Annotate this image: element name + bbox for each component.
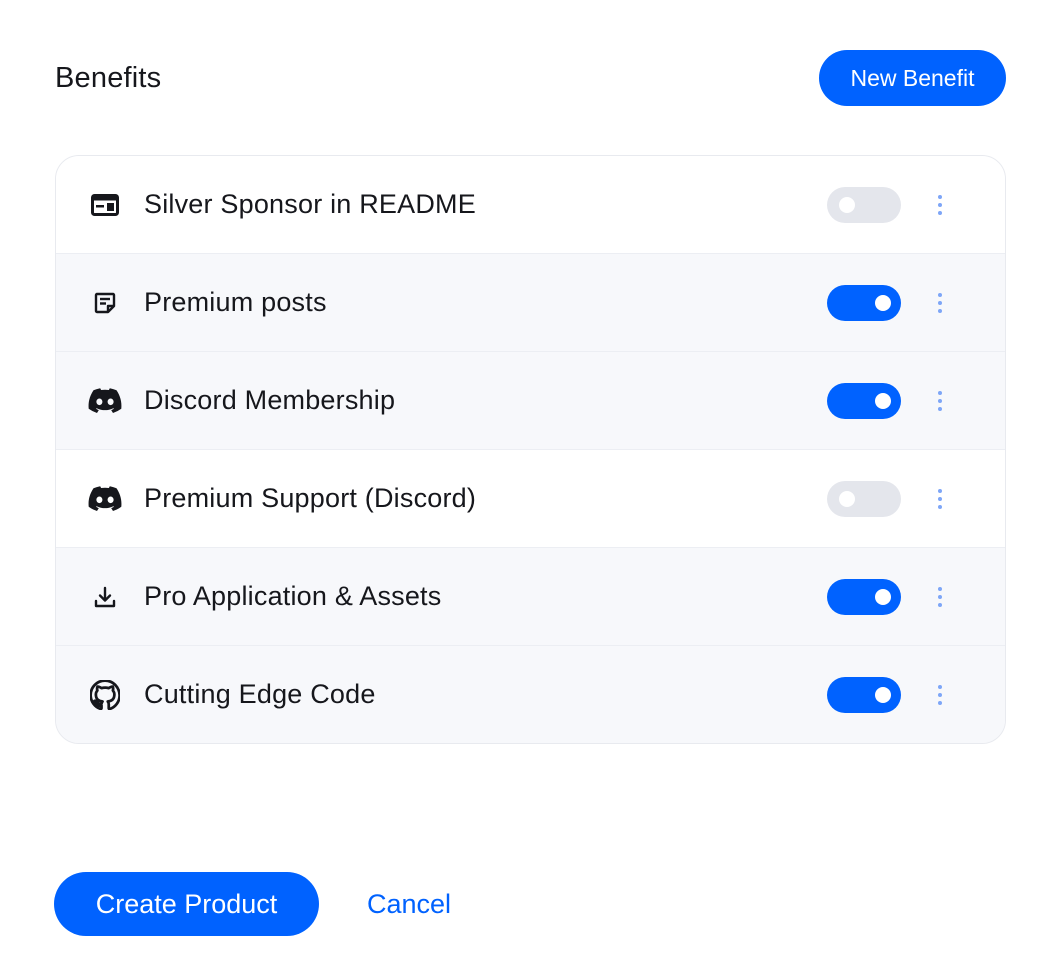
toggle-knob xyxy=(839,196,855,213)
benefit-row: Pro Application & Assets xyxy=(56,548,1005,646)
benefit-row: Premium posts xyxy=(56,254,1005,352)
more-options-icon[interactable] xyxy=(931,383,949,419)
benefits-header: Benefits New Benefit xyxy=(55,50,1006,106)
section-title: Benefits xyxy=(55,61,162,94)
download-icon xyxy=(88,580,122,614)
toggle-knob xyxy=(875,588,891,605)
benefit-row: Discord Membership xyxy=(56,352,1005,450)
benefit-toggle[interactable] xyxy=(827,480,901,517)
benefit-label: Silver Sponsor in README xyxy=(144,189,476,219)
ad-banner-icon xyxy=(88,188,122,222)
new-benefit-button[interactable]: New Benefit xyxy=(819,50,1006,106)
more-options-icon[interactable] xyxy=(931,677,949,713)
more-options-icon[interactable] xyxy=(931,579,949,615)
benefit-label: Premium posts xyxy=(144,287,327,317)
toggle-knob xyxy=(839,490,855,507)
benefit-toggle[interactable] xyxy=(827,676,901,713)
more-options-icon[interactable] xyxy=(931,481,949,517)
benefit-toggle[interactable] xyxy=(827,382,901,419)
benefit-toggle[interactable] xyxy=(827,578,901,615)
benefit-label: Premium Support (Discord) xyxy=(144,483,477,513)
toggle-knob xyxy=(875,392,891,409)
benefit-row: Cutting Edge Code xyxy=(56,646,1005,743)
github-icon xyxy=(88,678,122,712)
more-options-icon[interactable] xyxy=(931,187,949,223)
toggle-knob xyxy=(875,294,891,311)
benefit-label: Cutting Edge Code xyxy=(144,679,376,709)
benefit-label: Discord Membership xyxy=(144,385,396,415)
benefit-row: Premium Support (Discord) xyxy=(56,450,1005,548)
benefit-toggle[interactable] xyxy=(827,284,901,321)
benefit-label: Pro Application & Assets xyxy=(144,581,442,611)
create-product-button[interactable]: Create Product xyxy=(54,872,319,936)
product-benefits-page: Benefits New Benefit Silver Sponsor in R… xyxy=(0,0,1062,980)
benefit-toggle[interactable] xyxy=(827,186,901,223)
more-options-icon[interactable] xyxy=(931,285,949,321)
discord-icon xyxy=(88,384,122,418)
discord-icon xyxy=(88,482,122,516)
article-icon xyxy=(88,286,122,320)
benefit-row: Silver Sponsor in README xyxy=(56,156,1005,254)
cancel-link[interactable]: Cancel xyxy=(367,889,451,920)
form-footer: Create Product Cancel xyxy=(54,872,451,936)
toggle-knob xyxy=(875,686,891,703)
benefit-list: Silver Sponsor in README Premium posts D… xyxy=(55,155,1006,744)
